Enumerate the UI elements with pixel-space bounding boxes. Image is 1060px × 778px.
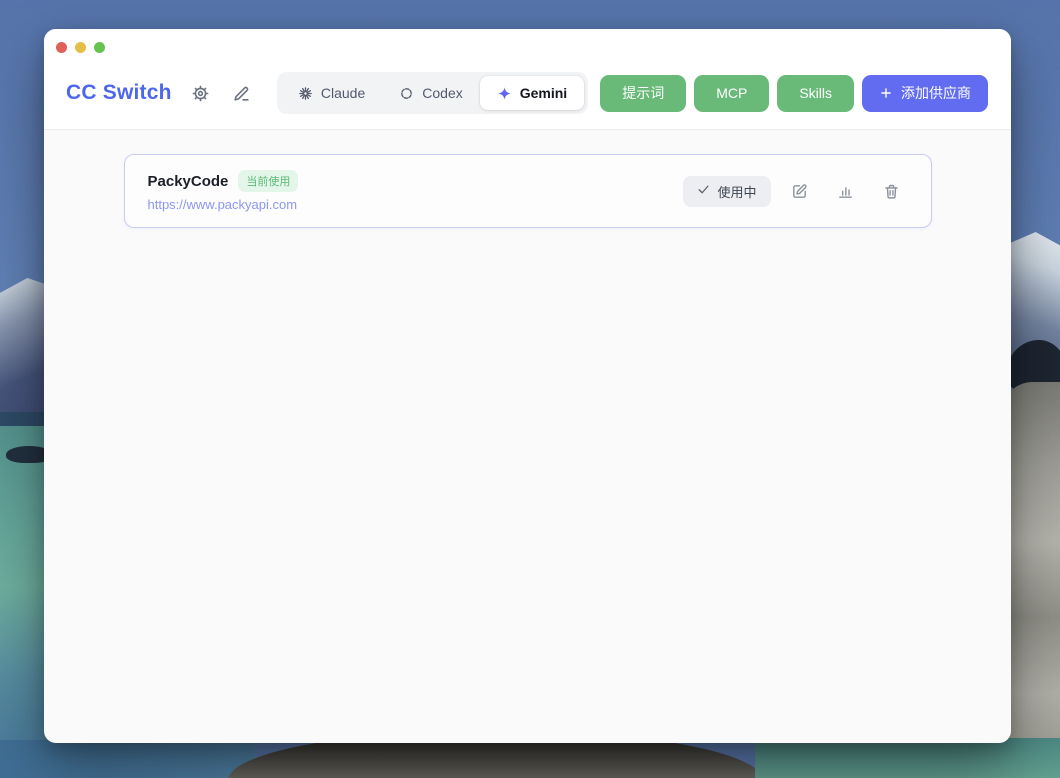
provider-info: PackyCode 当前使用 https://www.packyapi.com	[148, 170, 299, 212]
window-controls	[56, 42, 105, 53]
app-header: CC Switch Claude Codex Gemini 提示词 MCP Sk…	[44, 29, 1011, 130]
tab-claude-label: Claude	[320, 85, 366, 101]
title-group: CC Switch	[66, 80, 255, 107]
close-window-button[interactable]	[56, 42, 67, 53]
provider-list: PackyCode 当前使用 https://www.packyapi.com …	[44, 130, 1011, 252]
zoom-window-button[interactable]	[94, 42, 105, 53]
provider-card: PackyCode 当前使用 https://www.packyapi.com …	[123, 154, 932, 228]
plus-icon	[879, 86, 893, 100]
app-title: CC Switch	[66, 81, 172, 104]
skills-button[interactable]: Skills	[777, 74, 854, 112]
add-provider-label: 添加供应商	[901, 85, 971, 101]
trash-icon	[883, 183, 900, 200]
edit-mode-button[interactable]	[228, 80, 255, 107]
wallpaper-water-bottom-right	[755, 738, 1060, 778]
tab-gemini-label: Gemini	[519, 85, 568, 101]
gemini-icon	[497, 86, 512, 101]
check-icon	[697, 183, 710, 199]
prompts-button[interactable]: 提示词	[600, 74, 687, 112]
codex-icon	[399, 86, 414, 101]
provider-controls: 使用中	[683, 175, 909, 207]
bar-chart-icon	[837, 183, 854, 200]
minimize-window-button[interactable]	[75, 42, 86, 53]
pen-icon	[232, 84, 251, 103]
current-use-badge: 当前使用	[238, 170, 299, 192]
gear-icon	[191, 84, 210, 103]
in-use-status-label: 使用中	[717, 184, 757, 200]
in-use-status-button[interactable]: 使用中	[683, 175, 771, 207]
provider-url-link[interactable]: https://www.packyapi.com	[148, 197, 299, 212]
app-window: CC Switch Claude Codex Gemini 提示词 MCP Sk…	[44, 29, 1011, 743]
tab-codex[interactable]: Codex	[382, 76, 479, 110]
claude-icon	[298, 86, 313, 101]
delete-provider-button[interactable]	[874, 178, 909, 205]
mcp-button[interactable]: MCP	[694, 74, 770, 112]
provider-name: PackyCode	[147, 172, 229, 190]
edit-icon	[791, 183, 808, 200]
tab-claude[interactable]: Claude	[281, 76, 382, 110]
provider-name-row: PackyCode 当前使用	[148, 170, 299, 192]
tab-gemini[interactable]: Gemini	[479, 76, 585, 110]
provider-type-tabs: Claude Codex Gemini	[276, 72, 589, 114]
tab-codex-label: Codex	[422, 85, 463, 101]
usage-stats-button[interactable]	[828, 178, 863, 205]
add-provider-button[interactable]: 添加供应商	[862, 74, 988, 112]
wallpaper-water-bottom-left	[0, 740, 255, 778]
settings-button[interactable]	[187, 80, 214, 107]
edit-provider-button[interactable]	[782, 178, 817, 205]
header-actions: 提示词 MCP Skills 添加供应商	[600, 74, 988, 112]
